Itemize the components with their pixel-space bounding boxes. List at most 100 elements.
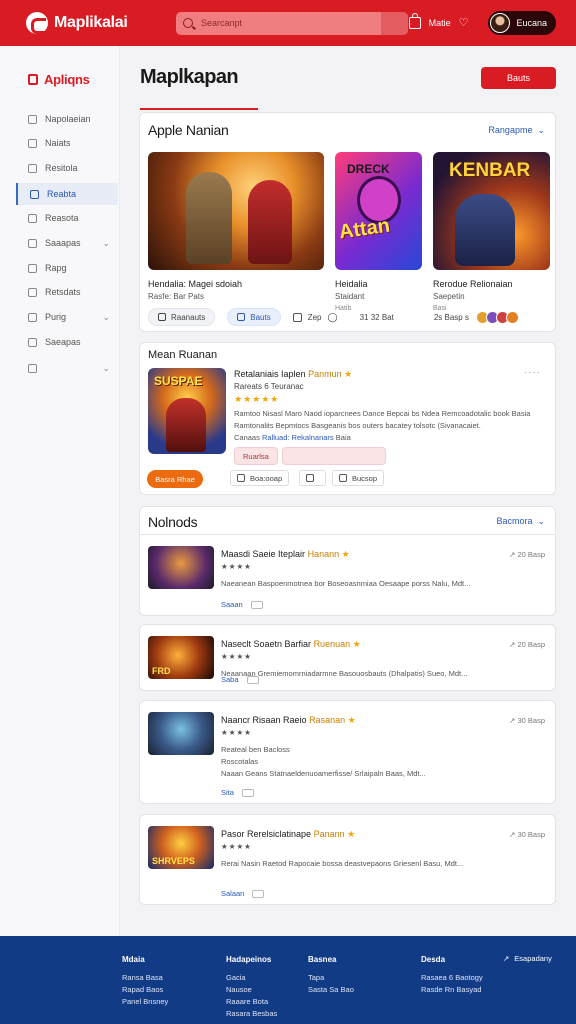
sidebar-item[interactable]: ⌄ <box>16 357 118 379</box>
featured-primary-button[interactable]: Basra Rhae <box>147 470 203 488</box>
search-submit-button[interactable] <box>381 11 408 35</box>
flag-icon <box>28 337 37 347</box>
bag-icon[interactable] <box>408 13 421 29</box>
method-thumbnail[interactable]: FRD <box>148 636 214 679</box>
footer-link[interactable]: Tapa <box>308 972 354 984</box>
brand[interactable]: Maplikalai <box>26 12 166 34</box>
method-link[interactable]: Saaan <box>221 600 243 609</box>
method-link[interactable]: Sita <box>221 788 234 797</box>
method-link[interactable]: Salaan <box>221 889 244 898</box>
featured-desc-link[interactable]: Ralluad: Rekalnanars <box>262 433 334 442</box>
filter-chip[interactable]: Raanauts <box>148 308 216 326</box>
folder-icon <box>28 163 37 173</box>
method-actions: Sita <box>221 788 254 797</box>
share-icon: ↗ <box>509 550 516 559</box>
method-title[interactable]: Naancr Risaan Raeio <box>221 715 307 725</box>
footer-link[interactable]: Rasara Besbas <box>226 1008 277 1020</box>
method-meta-label: 30 Basp <box>517 830 545 839</box>
footer-link[interactable]: Rasaea 6 Baotogy <box>421 972 483 984</box>
expand-icon[interactable] <box>252 889 265 898</box>
method-title-row: Naancr Risaan Raeio Rasanan ★ <box>221 715 357 726</box>
sidebar: Apliqns Napolaeian Naiats Resitola Reabta Re… <box>0 46 120 936</box>
sidebar-item[interactable]: Reasota <box>16 207 118 229</box>
sidebar-item[interactable]: Saaapas ⌄ <box>16 232 118 254</box>
featured-input-wide[interactable] <box>282 447 386 465</box>
cart-label[interactable]: Matie <box>429 18 451 28</box>
featured-artwork[interactable]: SUSPAE <box>148 368 226 454</box>
method-title[interactable]: Naseclt Soaetn Barfiar <box>221 639 311 649</box>
settings-icon <box>28 238 37 248</box>
apps-see-all-link[interactable]: Rangapme ⌄ <box>488 125 545 136</box>
more-options-icon[interactable]: ···· <box>524 367 541 378</box>
apps-icon <box>28 74 38 85</box>
method-list-item[interactable]: SHRVEPS Pasor Rerelsiclatinape Panann ★ ↗ … <box>139 814 556 905</box>
app-tile[interactable]: KENBAR Rerodue Relionaian Saepetin Basi <box>433 152 550 315</box>
footer-link[interactable]: Gacia <box>226 972 277 984</box>
grid-icon[interactable] <box>292 312 302 322</box>
share-icon[interactable]: ◯ <box>328 312 338 323</box>
toolbar-button[interactable] <box>299 470 326 486</box>
rating-stars: ★★★★ <box>221 562 252 571</box>
app-subtitle: Saepetin <box>433 292 465 301</box>
sidebar-item[interactable]: Napolaeian <box>16 108 118 130</box>
search-bar <box>176 11 408 35</box>
expand-icon[interactable] <box>246 675 259 684</box>
share-icon: ↗ <box>509 830 516 839</box>
rating-stars: ★★★★ <box>221 842 252 851</box>
footer-link[interactable]: Raaare Bota <box>226 996 277 1008</box>
method-thumbnail[interactable] <box>148 712 214 755</box>
method-list-item[interactable]: Maasdi Saeie Iteplair Hanann ★ ↗ 20 Basp ★… <box>139 534 556 616</box>
sidebar-item[interactable]: Resitola <box>16 157 118 179</box>
featured-title[interactable]: Retalaniais Iaplen <box>234 369 306 379</box>
apps-see-all-label: Rangapme <box>488 125 533 135</box>
expand-icon[interactable] <box>250 600 263 609</box>
sidebar-item[interactable]: Naiats <box>16 132 118 154</box>
footer-link[interactable]: Sasta Sa Bao <box>308 984 354 996</box>
footer-link[interactable]: Rasde Rn Basyad <box>421 984 483 996</box>
method-meta: ↗ 30 Basp <box>509 830 545 839</box>
search-input[interactable] <box>201 18 371 28</box>
sidebar-title[interactable]: Apliqns <box>28 72 90 87</box>
method-thumbnail[interactable]: SHRVEPS <box>148 826 214 869</box>
sidebar-item[interactable]: Rapg <box>16 257 118 279</box>
methods-see-all-link[interactable]: Bacmora ⌄ <box>496 516 545 527</box>
sidebar-item-label: Reabta <box>47 189 77 199</box>
footer-column: Hadapeinos Gacia Nausoe Raaare Bota Rasara B… <box>226 954 277 1020</box>
primary-action-button[interactable]: Bauts <box>481 67 556 89</box>
heart-icon[interactable]: ♡ <box>459 17 469 29</box>
sidebar-item[interactable]: Purig ⌄ <box>16 306 118 328</box>
featured-input-label: Ruarlsa <box>243 451 269 461</box>
footer-corner-link[interactable]: ↗ Esapadany <box>503 954 552 963</box>
star-icon <box>28 213 37 223</box>
method-title[interactable]: Pasor Rerelsiclatinape <box>221 829 311 839</box>
featured-input[interactable]: Ruarlsa <box>234 447 278 465</box>
method-thumbnail[interactable] <box>148 546 214 589</box>
footer-link[interactable]: Rapad Baos <box>122 984 168 996</box>
toolbar-button[interactable]: Boa:ooap <box>230 470 290 486</box>
app-tile[interactable]: Hendalia: Magei sdoiah Rasfe: Bar Pats <box>148 152 324 303</box>
method-list-item[interactable]: Naancr Risaan Raeio Rasanan ★ ↗ 30 Basp ★★… <box>139 700 556 804</box>
method-title[interactable]: Maasdi Saeie Iteplair <box>221 549 305 559</box>
footer-link[interactable]: Nausoe <box>226 984 277 996</box>
sidebar-item[interactable]: Reabta <box>16 183 118 205</box>
toolbar-button[interactable]: Bucsop <box>332 470 385 486</box>
sidebar-item[interactable]: Saeapas <box>16 331 118 353</box>
bauts-chip[interactable]: Bauts <box>227 308 281 326</box>
avatar-group <box>475 310 519 324</box>
app-artwork-title: DRECK <box>347 162 390 176</box>
footer-heading: Hadapeinos <box>226 955 272 964</box>
method-link[interactable]: Saba <box>221 675 239 684</box>
method-list-item[interactable]: FRD Naseclt Soaetn Barfiar Ruenuan ★ ↗ 20 … <box>139 624 556 691</box>
method-meta: ↗ 30 Basp <box>509 716 545 725</box>
user-menu[interactable]: Eucana <box>488 11 556 35</box>
sidebar-item[interactable]: Retsdats <box>16 281 118 303</box>
footer-link[interactable]: Ransa Basa <box>122 972 168 984</box>
meta-text: 31 32 Bat <box>359 312 394 322</box>
footer-corner-label: Esapadany <box>514 954 552 963</box>
footer-link[interactable]: Panel Bnsney <box>122 996 168 1008</box>
expand-icon[interactable] <box>241 788 254 797</box>
app-name: Hendalia: Magei sdoiah <box>148 279 243 289</box>
chevron-down-icon: ⌄ <box>102 237 110 248</box>
app-tile[interactable]: DRECK Attan Heidalia Staidant Hatib <box>335 152 422 315</box>
methods-header: Nolnods Bacmora ⌄ <box>139 506 556 534</box>
